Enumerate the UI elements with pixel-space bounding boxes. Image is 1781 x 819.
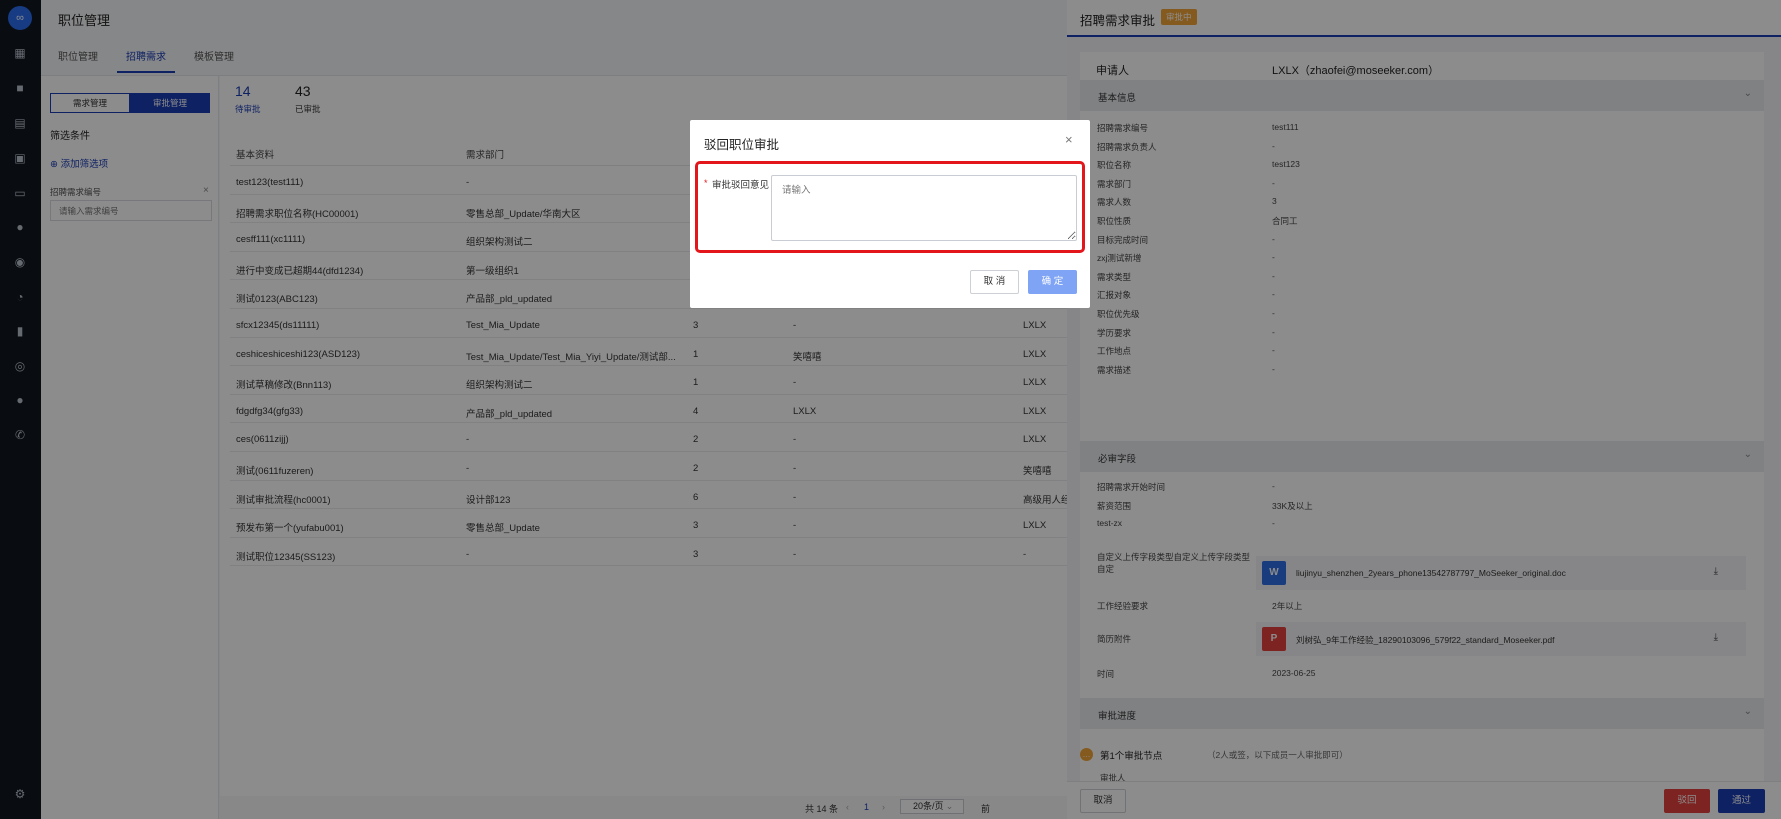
- reject-reason-input[interactable]: [771, 175, 1077, 241]
- reject-reason-label: 审批驳回意见: [712, 180, 770, 191]
- modal-confirm-button[interactable]: 确 定: [1028, 270, 1077, 294]
- modal-title: 驳回职位审批: [704, 138, 780, 152]
- modal-cancel-button[interactable]: 取 消: [970, 270, 1019, 294]
- required-mark: *: [704, 178, 708, 188]
- close-icon[interactable]: ×: [1065, 132, 1073, 147]
- reject-modal: 驳回职位审批 × * 审批驳回意见 取 消 确 定: [690, 120, 1090, 308]
